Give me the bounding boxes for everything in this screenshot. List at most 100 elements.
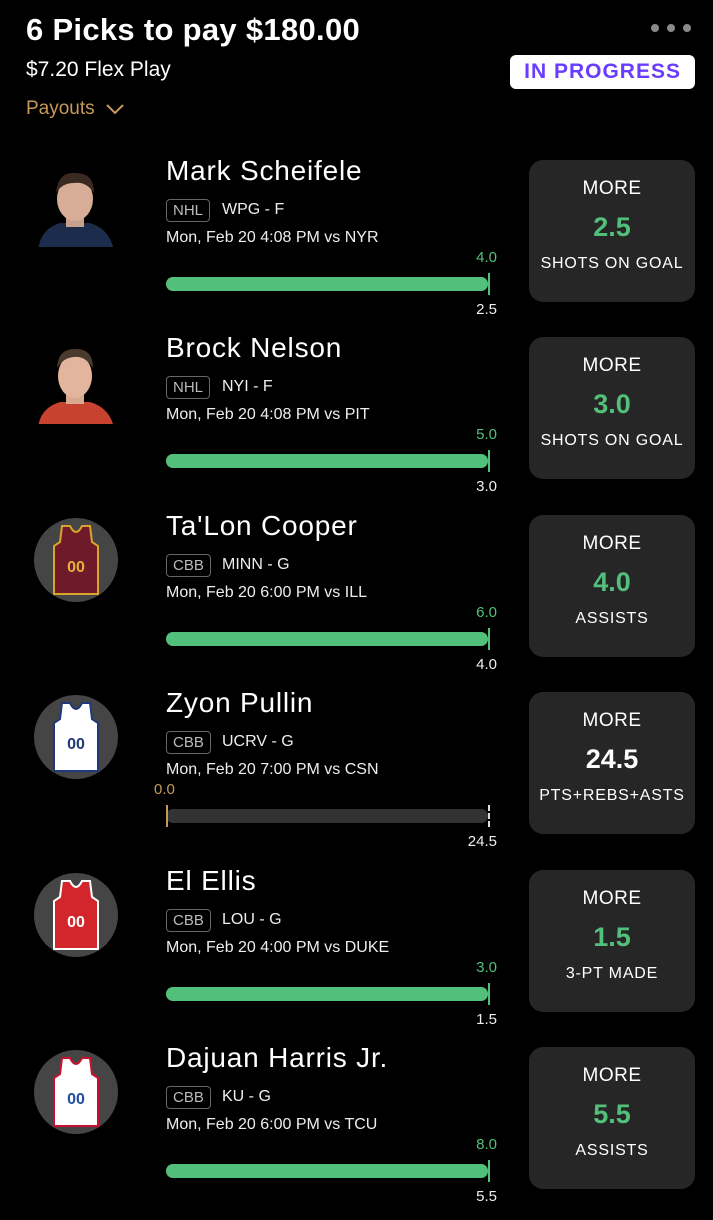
league-badge: CBB	[166, 909, 211, 932]
line-marker	[488, 983, 490, 1005]
game-time: Mon, Feb 20 7:00 PM vs CSN	[166, 761, 379, 778]
projection: 1.5	[593, 922, 631, 952]
line-value: 24.5	[467, 833, 497, 850]
status-badge: IN PROGRESS	[510, 55, 695, 89]
line-value: 4.0	[476, 656, 497, 673]
jersey-icon: 00	[34, 873, 118, 957]
direction: MORE	[582, 533, 642, 554]
pick-card[interactable]: MORE 2.5 SHOTS ON GOAL	[529, 160, 695, 302]
progress-fill	[166, 277, 488, 291]
current-marker	[166, 805, 168, 827]
current-value: 5.0	[476, 426, 497, 443]
more-options-icon[interactable]	[651, 24, 691, 32]
line-marker	[488, 273, 490, 295]
stat-type: SHOTS ON GOAL	[540, 255, 684, 272]
progress-bar	[166, 450, 490, 472]
game-time: Mon, Feb 20 4:08 PM vs NYR	[166, 229, 379, 246]
pick-card[interactable]: MORE 24.5 PTS+REBS+ASTS	[529, 692, 695, 834]
player-name: Dajuan Harris Jr.	[166, 1042, 389, 1073]
player-photo	[30, 340, 120, 424]
pick-card[interactable]: MORE 5.5 ASSISTS	[529, 1047, 695, 1189]
progress-fill	[166, 987, 488, 1001]
svg-text:00: 00	[67, 559, 85, 576]
player-name: Brock Nelson	[166, 332, 343, 363]
line-marker	[488, 628, 490, 650]
line-value: 1.5	[476, 1011, 497, 1028]
line-marker	[488, 805, 490, 827]
player-name: Zyon Pullin	[166, 687, 314, 718]
line-value: 3.0	[476, 478, 497, 495]
game-time: Mon, Feb 20 6:00 PM vs ILL	[166, 584, 367, 601]
current-value: 4.0	[476, 249, 497, 266]
direction: MORE	[582, 710, 642, 731]
line-marker	[488, 1160, 490, 1182]
stat-type: PTS+REBS+ASTS	[539, 787, 685, 804]
current-value: 6.0	[476, 604, 497, 621]
line-marker	[488, 450, 490, 472]
pick-row[interactable]: 00 Zyon Pullin CBB UCRV - G Mon, Feb 20 …	[0, 687, 713, 865]
league-badge: CBB	[166, 554, 211, 577]
jersey-icon: 00	[34, 695, 118, 779]
chevron-down-icon	[105, 104, 124, 115]
line-value: 5.5	[476, 1188, 497, 1205]
team-position: UCRV - G	[222, 733, 294, 750]
stat-type: ASSISTS	[575, 1142, 649, 1159]
progress-bar	[166, 983, 490, 1005]
team-position: MINN - G	[222, 556, 290, 573]
current-value: 0.0	[154, 781, 175, 798]
team-position: NYI - F	[222, 378, 273, 395]
stat-type: SHOTS ON GOAL	[540, 432, 684, 449]
pick-row[interactable]: Mark Scheifele NHL WPG - F Mon, Feb 20 4…	[0, 155, 713, 333]
league-badge: CBB	[166, 731, 211, 754]
team-position: WPG - F	[222, 201, 285, 218]
svg-text:00: 00	[67, 914, 85, 931]
svg-text:00: 00	[67, 1091, 85, 1108]
direction: MORE	[582, 888, 642, 909]
line-value: 2.5	[476, 301, 497, 318]
payouts-toggle[interactable]: Payouts	[26, 98, 125, 120]
projection: 24.5	[585, 744, 639, 774]
league-badge: NHL	[166, 199, 211, 222]
direction: MORE	[582, 355, 642, 376]
player-name: Mark Scheifele	[166, 155, 363, 186]
current-value: 3.0	[476, 959, 497, 976]
player-name: El Ellis	[166, 865, 257, 896]
game-time: Mon, Feb 20 4:08 PM vs PIT	[166, 406, 370, 423]
progress-bar	[166, 628, 490, 650]
progress-bar	[166, 273, 490, 295]
game-time: Mon, Feb 20 4:00 PM vs DUKE	[166, 939, 390, 956]
progress-fill	[166, 454, 488, 468]
projection: 2.5	[593, 212, 631, 242]
progress-fill	[166, 632, 488, 646]
jersey-icon: 00	[34, 518, 118, 602]
direction: MORE	[582, 1065, 642, 1086]
league-badge: CBB	[166, 1086, 211, 1109]
league-badge: NHL	[166, 376, 211, 399]
play-type: $7.20 Flex Play	[26, 58, 171, 81]
game-time: Mon, Feb 20 6:00 PM vs TCU	[166, 1116, 378, 1133]
team-position: LOU - G	[222, 911, 282, 928]
pick-card[interactable]: MORE 3.0 SHOTS ON GOAL	[529, 337, 695, 479]
projection: 5.5	[593, 1099, 631, 1129]
pick-card[interactable]: MORE 1.5 3-PT MADE	[529, 870, 695, 1012]
player-name: Ta'Lon Cooper	[166, 510, 358, 541]
pick-row[interactable]: 00 Dajuan Harris Jr. CBB KU - G Mon, Feb…	[0, 1042, 713, 1220]
projection: 4.0	[593, 567, 631, 597]
svg-text:00: 00	[67, 736, 85, 753]
jersey-icon: 00	[34, 1050, 118, 1134]
team-position: KU - G	[222, 1088, 271, 1105]
pick-card[interactable]: MORE 4.0 ASSISTS	[529, 515, 695, 657]
player-photo	[30, 163, 120, 247]
pick-row[interactable]: Brock Nelson NHL NYI - F Mon, Feb 20 4:0…	[0, 332, 713, 510]
page-title: 6 Picks to pay $180.00	[26, 12, 361, 47]
pick-row[interactable]: 00 Ta'Lon Cooper CBB MINN - G Mon, Feb 2…	[0, 510, 713, 688]
pick-row[interactable]: 00 El Ellis CBB LOU - G Mon, Feb 20 4:00…	[0, 865, 713, 1043]
progress-bar	[166, 805, 490, 827]
stat-type: ASSISTS	[575, 610, 649, 627]
payouts-label: Payouts	[26, 98, 95, 119]
direction: MORE	[582, 178, 642, 199]
progress-bar	[166, 1160, 490, 1182]
progress-fill	[166, 1164, 488, 1178]
current-value: 8.0	[476, 1136, 497, 1153]
projection: 3.0	[593, 389, 631, 419]
